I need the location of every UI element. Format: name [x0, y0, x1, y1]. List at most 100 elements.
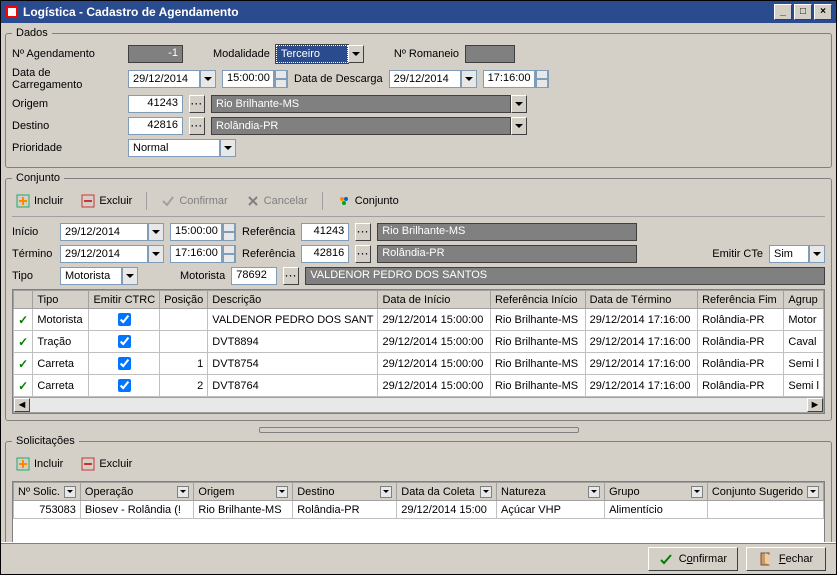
filter-icon[interactable]	[480, 486, 492, 498]
scroll-right-icon[interactable]: ►	[807, 398, 823, 412]
numero-agendamento-label: Nº Agendamento	[12, 48, 122, 60]
motorista-lookup-button[interactable]: ···	[283, 267, 299, 285]
emitir-ctrc-checkbox[interactable]	[118, 357, 131, 370]
filter-icon[interactable]	[177, 486, 189, 498]
solic-excluir-button[interactable]: Excluir	[77, 455, 136, 473]
table-row[interactable]: ✓MotoristaVALDENOR PEDRO DOS SANT29/12/2…	[14, 309, 824, 331]
filter-icon[interactable]	[380, 486, 392, 498]
solic-col-header[interactable]: Nº Solic.	[14, 483, 81, 501]
ref1-desc[interactable]: Rio Brilhante-MS	[377, 223, 637, 241]
inicio-date[interactable]: 29/12/2014	[60, 223, 164, 241]
solic-col-header[interactable]: Conjunto Sugerido	[707, 483, 823, 501]
romaneio-label: Nº Romaneio	[394, 48, 459, 60]
conjunto-conjunto-button[interactable]: Conjunto	[333, 192, 403, 210]
motorista-desc[interactable]: VALDENOR PEDRO DOS SANTOS	[305, 267, 825, 285]
data-carregamento-label: Data de Carregamento	[12, 67, 122, 91]
emitir-cte-combo[interactable]: Sim	[769, 245, 825, 263]
conjunto-col-header[interactable]: Referência Início	[490, 291, 585, 309]
solic-col-header[interactable]: Data da Coleta	[397, 483, 497, 501]
destino-lookup-button[interactable]: ···	[189, 117, 205, 135]
solicitacoes-table[interactable]: Nº Solic.OperaçãoOrigemDestinoData da Co…	[12, 481, 825, 542]
filter-icon[interactable]	[64, 486, 76, 498]
close-button[interactable]: ×	[814, 4, 832, 20]
ref2-lookup-button[interactable]: ···	[355, 245, 371, 263]
conjunto-col-header[interactable]: Emitir CTRC	[89, 291, 160, 309]
solic-col-header[interactable]: Destino	[293, 483, 397, 501]
dados-legend: Dados	[12, 27, 52, 39]
tipo-combo[interactable]: Motorista	[60, 267, 138, 285]
conjunto-col-header[interactable]: Descrição	[208, 291, 378, 309]
ref1-lookup-button[interactable]: ···	[355, 223, 371, 241]
title-bar: Logística - Cadastro de Agendamento _ □ …	[1, 1, 836, 23]
table-row[interactable]: ✓Carreta1DVT875429/12/2014 15:00:00Rio B…	[14, 353, 824, 375]
origem-desc-combo[interactable]: Rio Brilhante-MS	[211, 95, 527, 113]
conjunto-col-header[interactable]: Data de Início	[378, 291, 491, 309]
emitir-ctrc-checkbox[interactable]	[118, 379, 131, 392]
ref2-cod[interactable]: 42816	[301, 245, 349, 263]
table-row[interactable]: ✓TraçãoDVT889429/12/2014 15:00:00Rio Bri…	[14, 331, 824, 353]
prioridade-label: Prioridade	[12, 142, 122, 154]
filter-icon[interactable]	[276, 486, 288, 498]
confirmar-button[interactable]: Confirmar	[648, 547, 738, 571]
app-icon	[5, 5, 19, 19]
door-icon	[759, 552, 773, 566]
splitter[interactable]	[5, 427, 832, 433]
ref1-cod[interactable]: 41243	[301, 223, 349, 241]
solic-col-header[interactable]: Grupo	[605, 483, 708, 501]
plus-icon	[16, 457, 30, 471]
inicio-label: Início	[12, 226, 54, 238]
conjunto-col-header[interactable]: Tipo	[33, 291, 89, 309]
destino-desc-combo[interactable]: Rolândia-PR	[211, 117, 527, 135]
table-row[interactable]: 753083Biosev - Rolândia (!Rio Brilhante-…	[14, 501, 824, 519]
dados-group: Dados Nº Agendamento -1 Modalidade Terce…	[5, 27, 832, 168]
conjunto-col-header[interactable]: Agrup	[784, 291, 824, 309]
conjunto-col-header[interactable]: Data de Término	[585, 291, 698, 309]
table-row[interactable]: ✓Carreta2DVT876429/12/2014 15:00:00Rio B…	[14, 375, 824, 397]
origem-lookup-button[interactable]: ···	[189, 95, 205, 113]
termino-label: Término	[12, 248, 54, 260]
conjunto-table[interactable]: TipoEmitir CTRCPosiçãoDescriçãoData de I…	[12, 289, 825, 414]
solic-incluir-button[interactable]: Incluir	[12, 455, 67, 473]
emitir-ctrc-checkbox[interactable]	[118, 313, 131, 326]
data-carregamento-time[interactable]: 15:00:00	[222, 70, 288, 88]
conjunto-cancelar-button[interactable]: Cancelar	[242, 192, 312, 210]
conjunto-confirmar-button[interactable]: Confirmar	[157, 192, 231, 210]
conjunto-incluir-button[interactable]: Incluir	[12, 192, 67, 210]
filter-icon[interactable]	[588, 486, 600, 498]
romaneio-field[interactable]	[465, 45, 515, 63]
emitir-ctrc-checkbox[interactable]	[118, 335, 131, 348]
maximize-button[interactable]: □	[794, 4, 812, 20]
numero-agendamento-field[interactable]: -1	[128, 45, 183, 63]
inicio-time[interactable]: 15:00:00	[170, 223, 236, 241]
check-icon	[659, 552, 673, 566]
row-check-icon: ✓	[18, 335, 28, 349]
modalidade-combo[interactable]: Terceiro	[276, 45, 364, 63]
tipo-label: Tipo	[12, 270, 54, 282]
prioridade-combo[interactable]: Normal	[128, 139, 236, 157]
conjunto-col-header[interactable]: Referência Fim	[698, 291, 784, 309]
motorista-cod[interactable]: 78692	[231, 267, 277, 285]
solic-col-header[interactable]: Origem	[194, 483, 293, 501]
chevron-down-icon[interactable]	[348, 45, 364, 63]
conjunto-excluir-button[interactable]: Excluir	[77, 192, 136, 210]
destino-cod-field[interactable]: 42816	[128, 117, 183, 135]
row-check-icon: ✓	[18, 379, 28, 393]
fechar-button[interactable]: Fechar	[746, 547, 826, 571]
termino-date[interactable]: 29/12/2014	[60, 245, 164, 263]
data-carregamento-date[interactable]: 29/12/2014	[128, 70, 216, 88]
scroll-left-icon[interactable]: ◄	[14, 398, 30, 412]
conjunto-hscroll[interactable]: ◄ ►	[13, 397, 824, 413]
solic-col-header[interactable]: Operação	[80, 483, 193, 501]
data-descarga-time[interactable]: 17:16:00	[483, 70, 549, 88]
filter-icon[interactable]	[807, 486, 819, 498]
termino-time[interactable]: 17:16:00	[170, 245, 236, 263]
solic-col-header[interactable]: Natureza	[497, 483, 605, 501]
data-descarga-date[interactable]: 29/12/2014	[389, 70, 477, 88]
x-icon	[246, 194, 260, 208]
filter-icon[interactable]	[691, 486, 703, 498]
origem-cod-field[interactable]: 41243	[128, 95, 183, 113]
ref2-desc[interactable]: Rolândia-PR	[377, 245, 637, 263]
app-window: Logística - Cadastro de Agendamento _ □ …	[0, 0, 837, 575]
conjunto-col-header[interactable]: Posição	[160, 291, 208, 309]
minimize-button[interactable]: _	[774, 4, 792, 20]
